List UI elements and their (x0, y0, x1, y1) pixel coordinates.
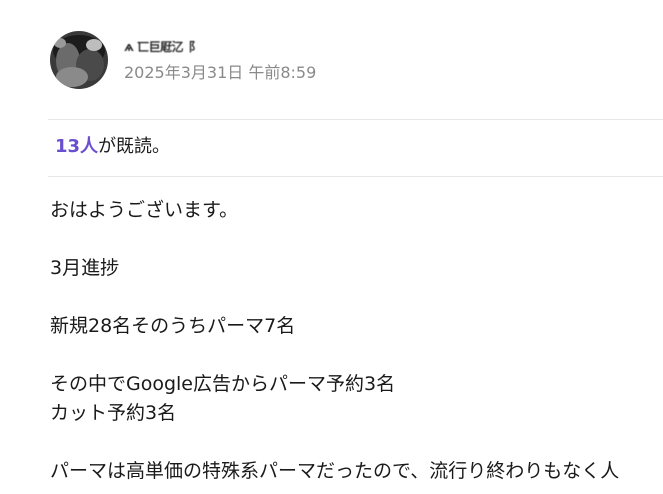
divider-bottom (48, 176, 663, 177)
post-timestamp: 2025年3月31日 午前8:59 (124, 63, 317, 82)
message-body: おはようございます。 3月進捗 新規28名そのうちパーマ7名 その中でGoogl… (50, 196, 663, 486)
post-meta: ѧ 匸巨屘㲸⻏ 2025年3月31日 午前8:59 (124, 37, 316, 83)
divider-top (48, 119, 663, 120)
read-count-link[interactable]: 13人 (55, 136, 98, 157)
message-line: その中でGoogle広告からパーマ予約3名 (50, 373, 396, 395)
message-line: 新規28名そのうちパーマ7名 (50, 315, 296, 337)
author-name[interactable]: ѧ 匸巨屘㲸⻏ (124, 37, 316, 57)
avatar-photo-icon (50, 31, 108, 89)
author-avatar[interactable] (50, 31, 108, 89)
message-line: 3月進捗 (50, 257, 120, 279)
post-header: ѧ 匸巨屘㲸⻏ 2025年3月31日 午前8:59 (50, 30, 316, 90)
message-line: おはようございます。 (50, 199, 239, 221)
message-line: パーマは高単価の特殊系パーマだったので、流行り終わりもなく人 (50, 460, 620, 482)
post-container: ѧ 匸巨屘㲸⻏ 2025年3月31日 午前8:59 13人が既読。 おはようござ… (0, 0, 663, 494)
message-line: カット予約3名 (50, 402, 177, 424)
read-receipt-suffix: が既読。 (98, 136, 171, 157)
read-receipt: 13人が既読。 (55, 134, 170, 160)
